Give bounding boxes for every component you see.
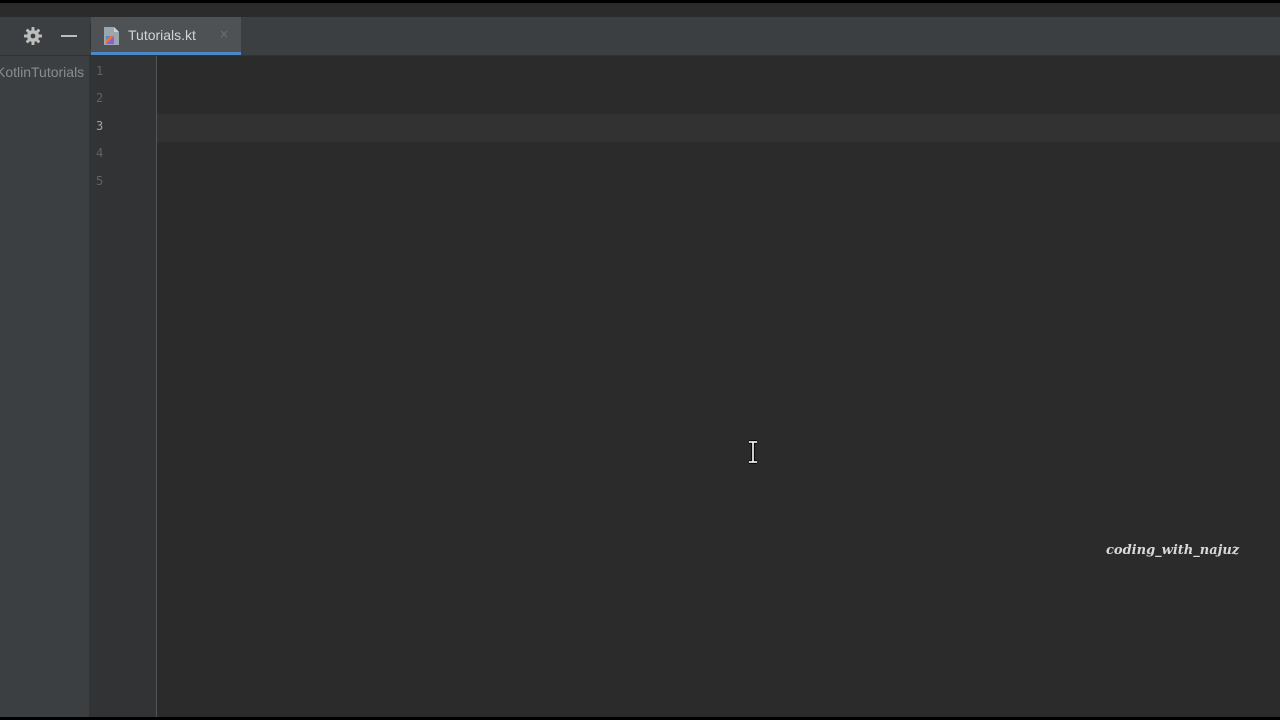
project-panel: KotlinTutorials [0,56,89,717]
tab-tutorials-kt[interactable]: Tutorials.kt × [91,17,241,55]
watermark-text: coding_with_najuz [1106,543,1240,558]
editor-tab-bar: Tutorials.kt × [0,17,1280,56]
line-number: 5 [96,174,104,188]
tab-label: Tutorials.kt [128,27,196,43]
line-number: 4 [96,146,104,160]
code-editor[interactable]: coding_with_najuz [157,56,1280,717]
ide-window: Tutorials.kt × KotlinTutorials 1 2 3 4 5 [0,3,1280,717]
line-number: 2 [96,91,104,105]
minimize-icon[interactable] [58,25,80,47]
line-number: 1 [96,64,104,78]
project-tree-item[interactable]: KotlinTutorials [0,64,84,80]
line-number-current: 3 [96,119,104,133]
close-icon[interactable]: × [219,27,229,41]
kotlin-file-icon [103,26,121,46]
active-tab-indicator [91,52,241,55]
text-cursor-icon [745,438,761,466]
current-line-highlight [157,114,1280,142]
line-number-gutter: 1 2 3 4 5 [89,56,157,717]
gear-icon[interactable] [22,25,44,47]
